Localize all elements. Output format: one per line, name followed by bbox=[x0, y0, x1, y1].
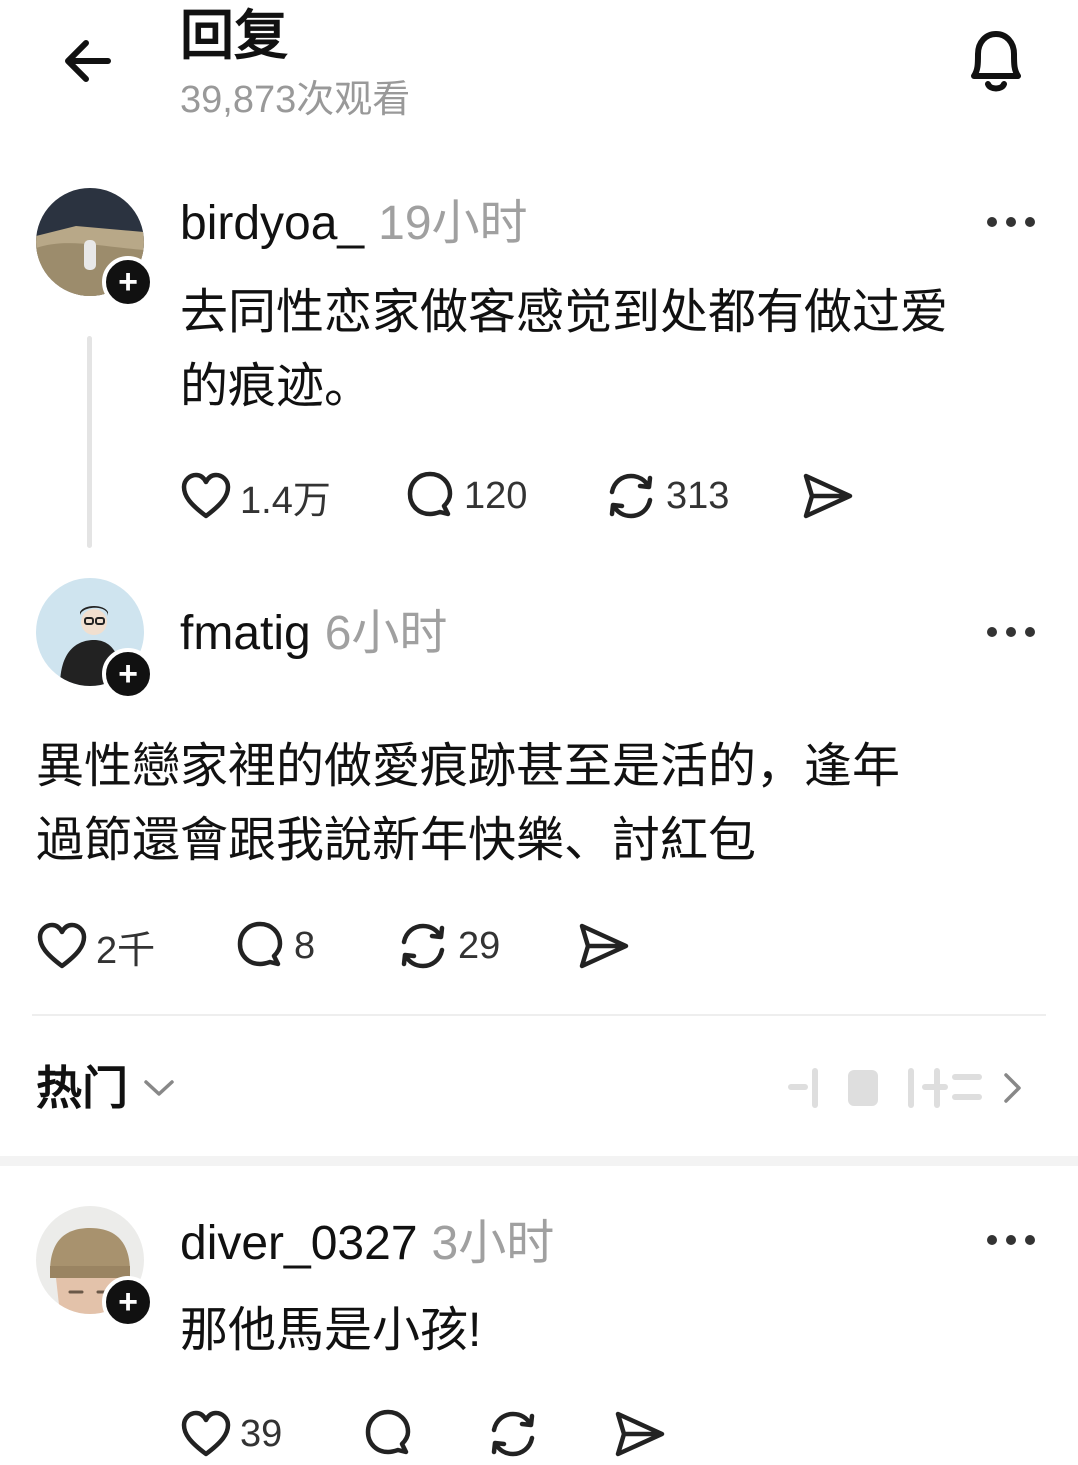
post-time: 19小时 bbox=[378, 197, 528, 250]
post-text-line: 異性戀家裡的做愛痕跡甚至是活的，逢年 bbox=[36, 740, 901, 793]
repost-button[interactable] bbox=[486, 1406, 540, 1462]
like-button[interactable]: 39 bbox=[180, 1406, 282, 1462]
sort-dropdown[interactable]: 热门 bbox=[36, 1058, 176, 1118]
send-icon bbox=[803, 473, 853, 519]
comment-bubble-icon bbox=[407, 471, 453, 517]
more-dots-icon[interactable] bbox=[984, 212, 1038, 232]
comment-bubble-icon bbox=[365, 1409, 411, 1455]
thread-line bbox=[87, 336, 92, 548]
comment-button[interactable]: 120 bbox=[404, 468, 527, 524]
back-arrow-icon[interactable] bbox=[58, 30, 120, 92]
bell-icon[interactable] bbox=[962, 24, 1030, 98]
heart-icon bbox=[181, 472, 231, 519]
activity-link-blurred[interactable] bbox=[788, 1064, 988, 1110]
post-author[interactable]: fmatig 6小时 bbox=[180, 604, 447, 664]
share-button[interactable] bbox=[576, 918, 630, 974]
follow-plus-icon[interactable]: + bbox=[102, 648, 154, 700]
post-text: 異性戀家裡的做愛痕跡甚至是活的，逢年 過節還會跟我說新年快樂、討紅包 bbox=[36, 730, 900, 878]
reply-author[interactable]: diver_0327 3小时 bbox=[180, 1214, 554, 1274]
username[interactable]: fmatig bbox=[180, 607, 311, 660]
chevron-right-icon[interactable] bbox=[1000, 1070, 1026, 1111]
divider bbox=[32, 1014, 1046, 1016]
like-count: 1.4万 bbox=[240, 479, 331, 522]
more-dots-icon[interactable] bbox=[984, 1230, 1038, 1250]
repost-icon bbox=[609, 473, 653, 519]
send-icon bbox=[579, 923, 629, 969]
reply-text: 那他馬是小孩! bbox=[180, 1304, 482, 1357]
like-button[interactable]: 1.4万 bbox=[180, 468, 331, 524]
post-text-line: 的痕迹。 bbox=[180, 360, 373, 413]
post-author[interactable]: birdyoa_ 19小时 bbox=[180, 194, 528, 254]
heart-icon bbox=[37, 922, 87, 969]
comment-button[interactable] bbox=[362, 1406, 414, 1462]
share-button[interactable] bbox=[612, 1406, 666, 1462]
like-count: 39 bbox=[240, 1412, 283, 1455]
like-count: 2千 bbox=[96, 929, 156, 972]
comment-count: 8 bbox=[294, 924, 316, 967]
sort-label: 热门 bbox=[36, 1062, 128, 1114]
page-title: 回复 bbox=[180, 6, 288, 66]
send-icon bbox=[615, 1411, 665, 1457]
comment-bubble-icon bbox=[237, 921, 283, 967]
section-separator bbox=[0, 1156, 1078, 1166]
like-button[interactable]: 2千 bbox=[36, 918, 155, 974]
post-text-line: 去同性恋家做客感觉到处都有做过爱 bbox=[180, 286, 949, 339]
post-text-line: 過節還會跟我說新年快樂、討紅包 bbox=[36, 814, 757, 867]
username[interactable]: diver_0327 bbox=[180, 1217, 418, 1270]
repost-button[interactable]: 29 bbox=[396, 918, 500, 974]
chevron-down-icon bbox=[144, 1080, 174, 1096]
post-text: 去同性恋家做客感觉到处都有做过爱 的痕迹。 bbox=[180, 276, 948, 424]
view-count: 39,873次观看 bbox=[180, 79, 411, 121]
reply-time: 3小时 bbox=[431, 1217, 555, 1270]
more-dots-icon[interactable] bbox=[984, 622, 1038, 642]
follow-plus-icon[interactable]: + bbox=[102, 1276, 154, 1328]
repost-count: 313 bbox=[666, 474, 730, 517]
post-time: 6小时 bbox=[324, 607, 448, 660]
repost-button[interactable]: 313 bbox=[604, 468, 729, 524]
comment-count: 120 bbox=[464, 474, 528, 517]
heart-icon bbox=[181, 1410, 231, 1457]
repost-icon bbox=[491, 1411, 535, 1457]
username[interactable]: birdyoa_ bbox=[180, 197, 364, 250]
repost-count: 29 bbox=[458, 924, 501, 967]
comment-button[interactable]: 8 bbox=[234, 918, 315, 974]
repost-icon bbox=[401, 923, 445, 969]
share-button[interactable] bbox=[800, 468, 854, 524]
follow-plus-icon[interactable]: + bbox=[102, 256, 154, 308]
